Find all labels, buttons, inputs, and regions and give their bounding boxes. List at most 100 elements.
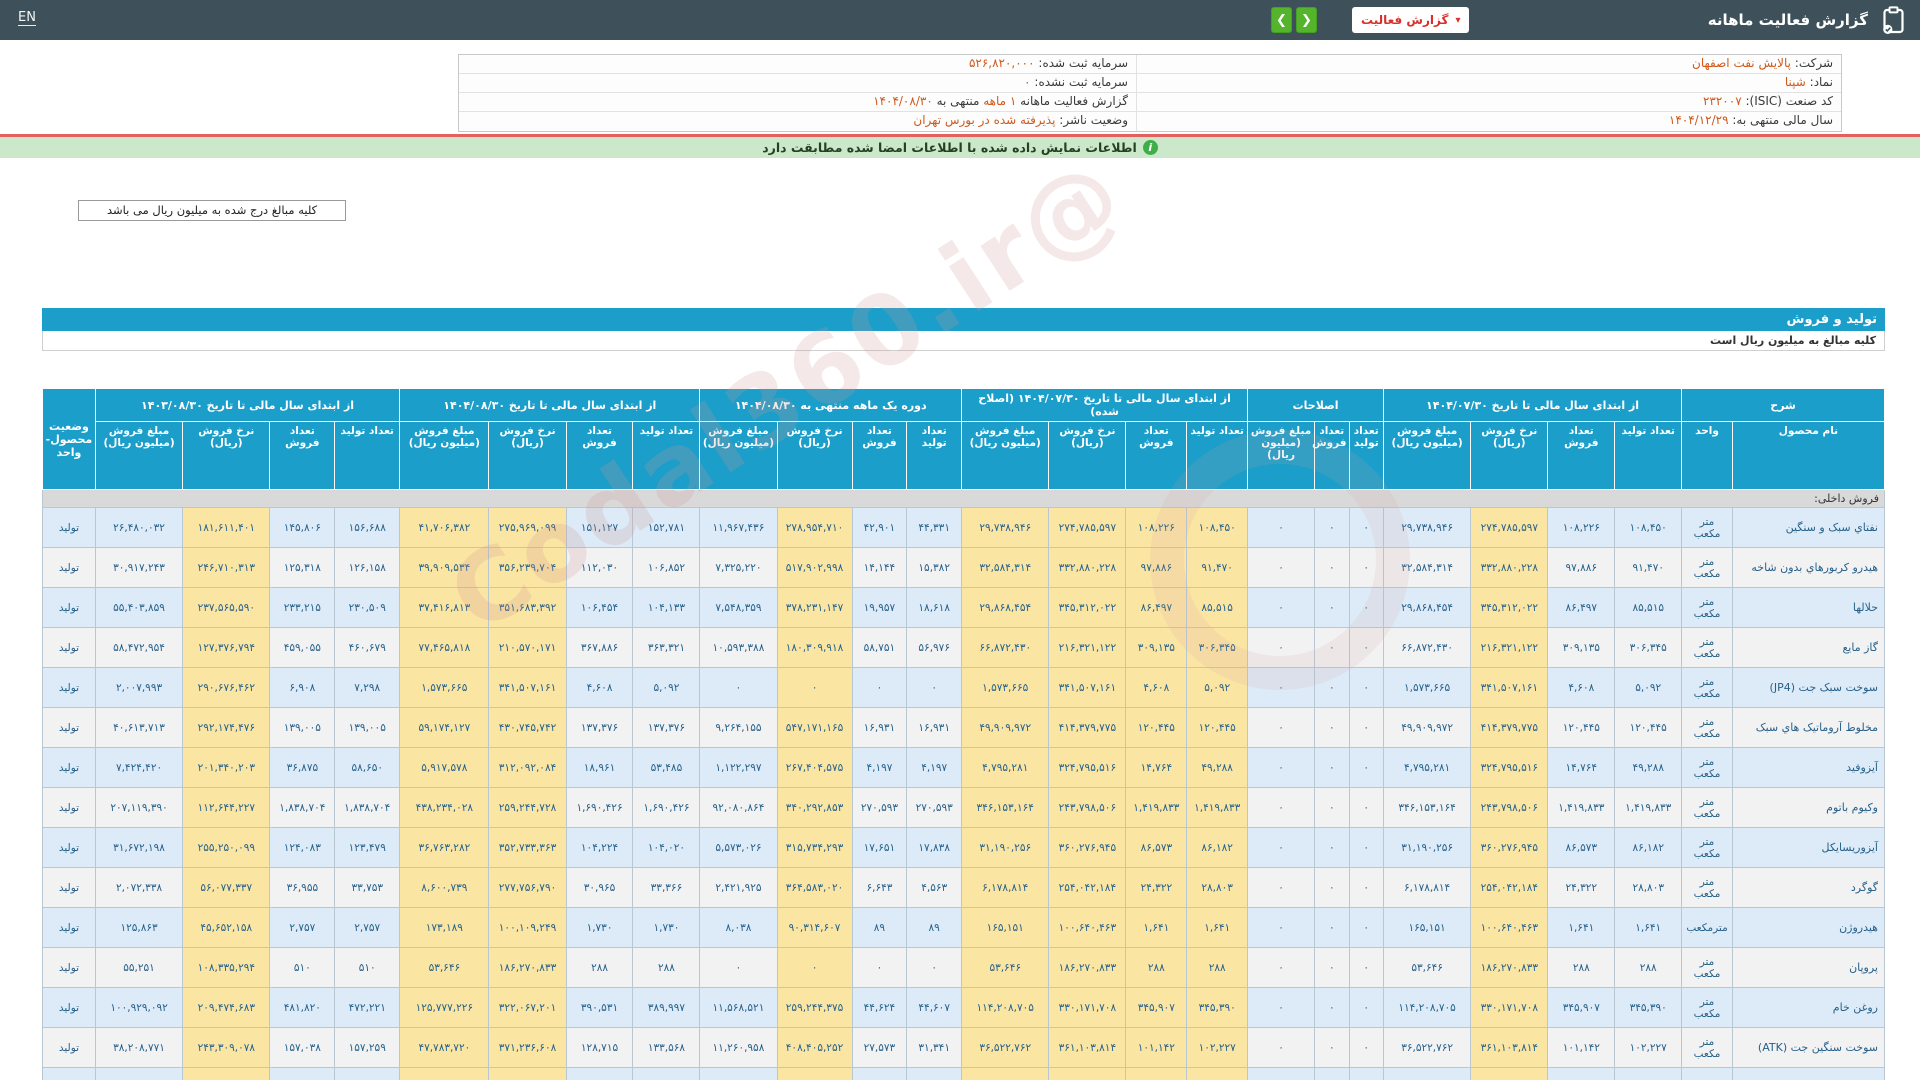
cell-period-3: ۱۱,۹۶۷,۴۳۶ — [700, 508, 777, 548]
cell-adjusted-0: ۳۰۶,۳۴۵ — [1187, 628, 1248, 668]
cell-period-2: ۵۱۷,۹۰۲,۹۹۸ — [777, 548, 852, 588]
cell-adjusted-3: ۶۶,۸۷۲,۴۳۰ — [962, 628, 1049, 668]
cell-adj-1: ۰ — [1315, 948, 1349, 988]
product-unit: متر مکعب — [1682, 868, 1733, 908]
cell-cur-1: ۸۶,۵۷۳ — [1548, 828, 1615, 868]
cell-adj-1: ۰ — [1315, 1028, 1349, 1068]
cell-period-0: ۰ — [907, 1068, 962, 1080]
cell-cur-0: ۲۸۸ — [1615, 948, 1682, 988]
cell-prev-1: ۵۱۰ — [270, 948, 335, 988]
next-report-button[interactable]: ❯ — [1271, 7, 1292, 33]
cell-ytd-1: ۲۸۸ — [566, 948, 633, 988]
field-value: ۲۳۲۰۰۷ — [1703, 94, 1742, 108]
cell-prev-0: ۲۳۰,۵۰۹ — [335, 588, 400, 628]
chevron-down-icon: ▾ — [1455, 15, 1460, 26]
cell-prev-0: ۵۱۰ — [335, 948, 400, 988]
cell-adj-0: ۰ — [1349, 868, 1383, 908]
cell-adj-1: ۰ — [1315, 508, 1349, 548]
chevron-right-icon: ❯ — [1276, 13, 1287, 28]
cell-cur-0: ۳۴۵,۳۹۰ — [1615, 988, 1682, 1028]
cell-ytd-2: ۳۲۲,۰۶۷,۲۰۱ — [489, 988, 566, 1028]
cell-period-1: ۱۷,۶۵۱ — [852, 828, 907, 868]
cell-adjusted-2: ۳۲۴,۷۹۵,۵۱۶ — [1049, 748, 1126, 788]
cell-adj-1: ۰ — [1315, 668, 1349, 708]
cell-adjusted-2: ۲۱۶,۳۲۱,۱۲۲ — [1049, 628, 1126, 668]
cell-period-2: ۳۱۵,۷۳۴,۲۹۳ — [777, 828, 852, 868]
product-status: تولید — [43, 668, 96, 708]
cell-cur-1: ۱۴,۷۶۴ — [1548, 748, 1615, 788]
cell-ytd-2: ۲۷۵,۹۶۹,۰۹۹ — [489, 508, 566, 548]
field-value: ۱ ماهه — [983, 94, 1016, 108]
cell-ytd-0: ۱۳۳,۵۶۸ — [633, 1028, 700, 1068]
cell-period-2: ۹۰,۳۱۴,۶۰۷ — [777, 908, 852, 948]
section-header-production-sales: تولید و فروش — [42, 308, 1885, 331]
cell-period-3: ۰ — [700, 948, 777, 988]
cell-period-1: ۱۹,۹۵۷ — [852, 588, 907, 628]
column-adj-0: تعداد تولید — [1349, 422, 1383, 490]
info-icon: i — [1143, 140, 1158, 155]
column-adjusted-2: نرخ فروش (ریال) — [1049, 422, 1126, 490]
symbol-field: نماد: شپنا — [1136, 74, 1841, 92]
cell-ytd-3: ۳۶,۷۶۳,۲۸۲ — [400, 828, 489, 868]
cell-cur-0: ۲۸,۸۰۳ — [1615, 868, 1682, 908]
cell-period-3: ۰ — [700, 668, 777, 708]
cell-cur-0: ۱۲۰,۴۴۵ — [1615, 708, 1682, 748]
cell-prev-1: ۴۸۱,۸۲۰ — [270, 988, 335, 1028]
cell-adj-1: ۰ — [1315, 868, 1349, 908]
cell-cur-1: ۹۷,۸۸۶ — [1548, 548, 1615, 588]
product-status: تولید — [43, 748, 96, 788]
prev-report-button[interactable]: ❮ — [1296, 7, 1317, 33]
column-ytd-0: تعداد تولید — [633, 422, 700, 490]
cell-prev-1: ۲,۷۵۷ — [270, 908, 335, 948]
table-row: آیزوفیدمتر مکعب۴۹,۲۸۸۱۴,۷۶۴۳۲۴,۷۹۵,۵۱۶۴,… — [43, 748, 1885, 788]
cell-adjusted-2: ۳۶۰,۲۷۶,۹۴۵ — [1049, 828, 1126, 868]
field-value: شپنا — [1785, 75, 1806, 89]
cell-period-1: ۴,۱۹۷ — [852, 748, 907, 788]
report-type-dropdown[interactable]: ▾ گزارش فعالیت — [1352, 0, 1469, 40]
cell-period-1: ۸۹ — [852, 908, 907, 948]
language-toggle[interactable]: EN — [18, 10, 36, 26]
table-row: وکیوم باتوممتر مکعب۱,۴۱۹,۸۳۳۱,۴۱۹,۸۳۳۲۴۳… — [43, 788, 1885, 828]
cell-prev-1: ۲۳۳,۲۱۵ — [270, 588, 335, 628]
cell-adjusted-0: ۴۹,۲۸۸ — [1187, 748, 1248, 788]
field-value: ۱۴۰۴/۰۸/۳۰ — [873, 94, 933, 108]
cell-ytd-0: ۳۳,۳۶۶ — [633, 868, 700, 908]
cell-adj-2: ۰ — [1248, 828, 1315, 868]
cell-adjusted-2: ۱۸۶,۲۷۰,۸۳۳ — [1049, 948, 1126, 988]
cell-adj-0: ۰ — [1349, 828, 1383, 868]
cell-adjusted-1: ۱۰۸,۲۲۶ — [1126, 508, 1187, 548]
cell-period-1: ۴۲,۹۰۱ — [852, 508, 907, 548]
cell-adjusted-3: ۳۲,۵۸۴,۳۱۴ — [962, 548, 1049, 588]
report-period-field: گزارش فعالیت ماهانه ۱ ماهه منتهی به ۱۴۰۴… — [459, 93, 1136, 111]
cell-adjusted-3: ۲۹,۷۳۸,۹۴۶ — [962, 508, 1049, 548]
cell-prev-2: ۲۰۹,۴۷۴,۶۸۳ — [183, 988, 270, 1028]
cell-ytd-1: ۱۱۲,۰۳۰ — [566, 548, 633, 588]
cell-prev-2: ۲۳۷,۵۶۵,۵۹۰ — [183, 588, 270, 628]
column-period-2: نرخ فروش (ریال) — [777, 422, 852, 490]
cell-cur-2: ۳۲۴,۷۹۵,۵۱۶ — [1471, 748, 1548, 788]
product-unit: متر مکعب — [1682, 548, 1733, 588]
cell-cur-0: ۵,۰۸۶ — [1615, 1068, 1682, 1080]
group-ytd: از ابتدای سال مالی تا تاریخ ۱۴۰۴/۰۸/۳۰ — [400, 389, 700, 422]
group-adj: اصلاحات — [1248, 389, 1384, 422]
info-row: کد صنعت (ISIC): ۲۳۲۰۰۷ گزارش فعالیت ماها… — [459, 93, 1841, 112]
table-row: گوگردمتر مکعب۲۸,۸۰۳۲۴,۳۲۲۲۵۴,۰۴۲,۱۸۴۶,۱۷… — [43, 868, 1885, 908]
cell-prev-3: ۳۱,۶۷۲,۱۹۸ — [95, 828, 182, 868]
cell-ytd-1: ۵,۰۸۶ — [566, 1068, 633, 1080]
section-domestic-sales: فروش داخلی: — [43, 490, 1885, 508]
cell-adjusted-2: ۳۳۶,۰۲۳,۷۹۱ — [1049, 1068, 1126, 1080]
cell-ytd-1: ۳۰,۹۶۵ — [566, 868, 633, 908]
cell-ytd-3: ۸,۶۰۰,۷۳۹ — [400, 868, 489, 908]
cell-cur-2: ۲۱۶,۳۲۱,۱۲۲ — [1471, 628, 1548, 668]
cell-cur-1: ۸۶,۴۹۷ — [1548, 588, 1615, 628]
product-name: پروپان — [1732, 948, 1884, 988]
amounts-unit-tab[interactable]: کلیه مبالغ درج شده به میلیون ریال می باش… — [78, 200, 346, 221]
cell-cur-1: ۵,۰۸۶ — [1548, 1068, 1615, 1080]
product-name: روغن خام — [1732, 988, 1884, 1028]
cell-period-3: ۱۰,۵۹۳,۳۸۸ — [700, 628, 777, 668]
cell-cur-3: ۱,۵۷۳,۶۶۵ — [1383, 668, 1470, 708]
product-status: تولید — [43, 948, 96, 988]
cell-adjusted-2: ۱۰۰,۶۴۰,۴۶۳ — [1049, 908, 1126, 948]
cell-cur-1: ۱۲۰,۴۴۵ — [1548, 708, 1615, 748]
cell-adjusted-2: ۳۳۰,۱۷۱,۷۰۸ — [1049, 988, 1126, 1028]
